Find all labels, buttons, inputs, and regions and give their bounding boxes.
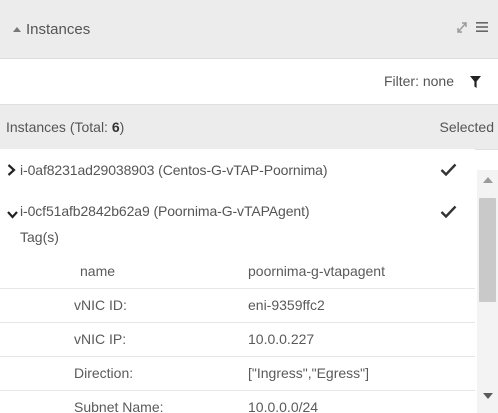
instance-row-2: i-0cf51afb2842b62a9 (Poornima-G-vTAPAgen… [0, 192, 475, 413]
expand-icon[interactable] [456, 20, 468, 39]
filter-status[interactable]: Filter: none [384, 73, 454, 89]
instances-panel: Instances Filter: none Instances (Total:… [0, 0, 498, 413]
filter-row: Filter: none [0, 59, 498, 103]
scrollbar-thumb[interactable] [479, 198, 496, 302]
checkmark-icon[interactable] [440, 163, 457, 179]
filter-funnel-icon[interactable] [470, 75, 481, 93]
instance-label: i-0cf51afb2842b62a9 (Poornima-G-vTAPAgen… [20, 203, 310, 219]
detail-key: Direction: [74, 365, 134, 381]
instances-total-count: 6 [111, 119, 120, 135]
instance-row-1[interactable]: i-0af8231ad29038903 (Centos-G-vTAP-Poorn… [0, 149, 475, 191]
detail-key: name [80, 263, 116, 279]
tags-label: Tag(s) [20, 229, 59, 245]
collapse-toggle[interactable]: Instances [13, 21, 90, 38]
instance-label: i-0af8231ad29038903 (Centos-G-vTAP-Poorn… [20, 162, 328, 178]
detail-key: vNIC ID: [74, 297, 127, 313]
scroll-up-icon[interactable] [483, 177, 493, 183]
selected-column-header: Selected [439, 119, 494, 135]
chevron-right-icon[interactable] [7, 163, 16, 179]
list-scrollbar[interactable] [477, 170, 498, 413]
detail-value: eni-9359ffc2 [248, 297, 325, 313]
detail-value: ["Ingress","Egress"] [248, 365, 370, 381]
detail-key: vNIC IP: [74, 331, 127, 347]
detail-row-subnet-name: Subnet Name: 10.0.0.0/24 [0, 390, 475, 413]
hamburger-menu-icon[interactable] [476, 20, 488, 39]
chevron-down-icon[interactable] [7, 206, 18, 222]
detail-value: 10.0.0.227 [248, 331, 315, 347]
detail-row-vnic-ip: vNIC IP: 10.0.0.227 [0, 322, 475, 357]
detail-row-name: name poornima-g-vtapagent [0, 254, 475, 289]
instances-total-label: Instances (Total: 6) [6, 119, 125, 135]
caret-up-icon [13, 27, 21, 32]
instance-row-2-header[interactable]: i-0cf51afb2842b62a9 (Poornima-G-vTAPAgen… [0, 192, 475, 232]
panel-title: Instances [26, 21, 91, 38]
scroll-down-icon[interactable] [483, 393, 493, 399]
instances-list: i-0af8231ad29038903 (Centos-G-vTAP-Poorn… [0, 149, 475, 413]
checkmark-icon[interactable] [440, 205, 457, 221]
detail-key: Subnet Name: [74, 399, 164, 413]
panel-header: Instances [0, 0, 498, 59]
detail-row-direction: Direction: ["Ingress","Egress"] [0, 356, 475, 391]
detail-row-vnic-id: vNIC ID: eni-9359ffc2 [0, 288, 475, 323]
detail-value: poornima-g-vtapagent [248, 263, 385, 279]
detail-value: 10.0.0.0/24 [248, 399, 319, 413]
list-header: Instances (Total: 6) Selected [0, 104, 498, 150]
